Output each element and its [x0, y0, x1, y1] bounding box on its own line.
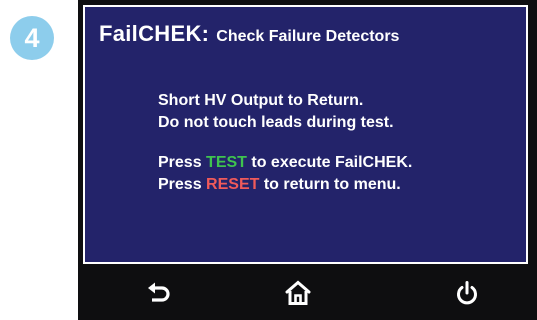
power-button[interactable] — [447, 275, 487, 311]
back-arrow-icon — [148, 282, 170, 302]
instruction-line-2: Do not touch leads during test. — [158, 114, 394, 131]
screen-title: FailCHEK: — [99, 21, 210, 46]
screen-title-row: FailCHEK: Check Failure Detectors — [99, 21, 399, 47]
screen-subtitle: Check Failure Detectors — [216, 28, 400, 45]
step-number-badge: 4 — [10, 16, 54, 60]
home-button[interactable] — [278, 275, 318, 311]
instrument-display: FailCHEK: Check Failure Detectors Short H… — [78, 0, 537, 320]
reset-keyword: RESET — [206, 176, 260, 193]
line4-prefix: Press — [158, 176, 207, 193]
line4-suffix: to return to menu. — [259, 176, 401, 193]
test-keyword: TEST — [206, 154, 247, 171]
power-icon — [457, 281, 477, 305]
line3-prefix: Press — [158, 154, 207, 171]
bottom-nav-bar — [78, 267, 537, 320]
home-icon — [285, 280, 311, 305]
back-button[interactable] — [140, 275, 180, 311]
failchek-screen: FailCHEK: Check Failure Detectors Short H… — [83, 5, 528, 264]
instruction-line-3: Press TEST to execute FailCHEK. — [158, 152, 412, 174]
instruction-line-4: Press RESET to return to menu. — [158, 174, 401, 196]
line3-suffix: to execute FailCHEK. — [246, 154, 413, 171]
instruction-line-1: Short HV Output to Return. — [158, 92, 364, 109]
